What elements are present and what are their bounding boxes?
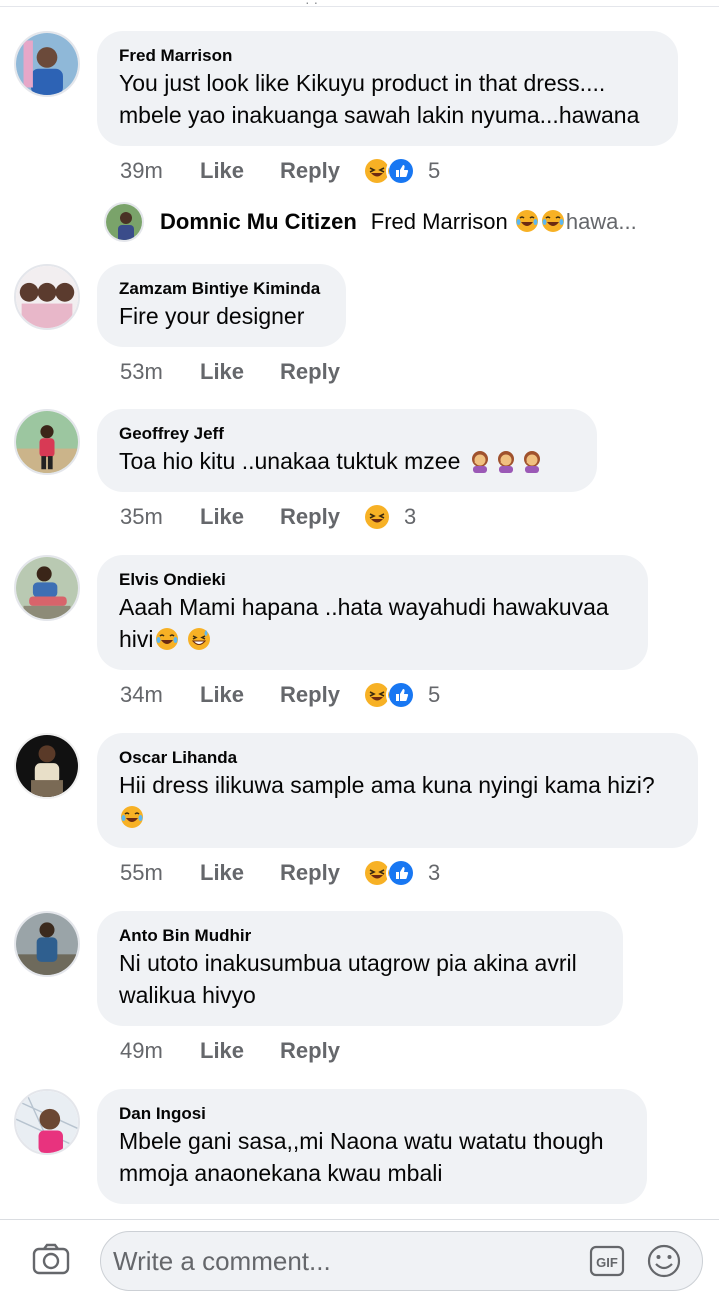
tears-of-joy-icon — [121, 806, 143, 828]
facepalm-woman-icon — [471, 451, 488, 473]
grinning-sweat-icon — [187, 628, 210, 650]
comment-text: Aaah Mami hapana ..hata wayahudi hawakuv… — [119, 594, 609, 652]
comment-time: 55m — [120, 860, 163, 885]
comment-time: 34m — [120, 682, 163, 707]
facepalm-woman-icon — [523, 451, 540, 473]
like-button[interactable]: Like — [200, 860, 244, 886]
reply-button[interactable]: Reply — [280, 860, 340, 886]
comment-author[interactable]: Zamzam Bintiye Kiminda — [119, 278, 324, 300]
avatar[interactable] — [14, 911, 80, 977]
comment-time: 49m — [120, 1038, 163, 1063]
comment-bubble[interactable]: Elvis Ondieki Aaah Mami hapana ..hata wa… — [97, 555, 648, 670]
tears-of-joy-icon — [515, 210, 538, 232]
avatar[interactable] — [14, 733, 80, 799]
facepalm-woman-icon — [497, 451, 514, 473]
reaction-summary[interactable] — [361, 680, 416, 710]
comment-text: Fire your designer — [119, 303, 305, 329]
avatar[interactable] — [14, 31, 80, 97]
comment-actions: 53m Like Reply — [120, 355, 376, 389]
haha-reaction-icon — [361, 502, 392, 532]
comment-actions: 39m Like Reply 5 — [120, 154, 440, 188]
svg-text:GIF: GIF — [596, 1255, 618, 1270]
comment-bubble[interactable]: Geoffrey Jeff Toa hio kitu ..unakaa tukt… — [97, 409, 597, 492]
avatar[interactable] — [14, 409, 80, 475]
comment-input[interactable]: Write a comment... GIF — [100, 1231, 703, 1291]
gif-icon[interactable]: GIF — [589, 1245, 625, 1277]
like-button[interactable]: Like — [200, 682, 244, 708]
comment-actions: 35m Like Reply 3 — [120, 500, 416, 534]
reaction-summary[interactable] — [361, 156, 416, 186]
comment-author[interactable]: Anto Bin Mudhir — [119, 925, 601, 947]
like-reaction-icon — [385, 680, 416, 710]
avatar[interactable] — [104, 202, 144, 242]
comment-text: You just look like Kikuyu product in tha… — [119, 70, 640, 128]
comment-composer: Write a comment... GIF — [0, 1219, 719, 1295]
like-reaction-icon — [385, 156, 416, 186]
reaction-count: 3 — [403, 504, 417, 529]
comment-bubble[interactable]: Oscar Lihanda Hii dress ilikuwa sample a… — [97, 733, 698, 848]
avatar[interactable] — [14, 555, 80, 621]
comment-actions: 49m Like Reply — [120, 1034, 376, 1068]
reply-button[interactable]: Reply — [280, 1038, 340, 1064]
reply-preview[interactable]: Domnic Mu Citizen Fred Marrison hawa... — [104, 201, 637, 243]
comment-author[interactable]: Geoffrey Jeff — [119, 423, 575, 445]
comment-time: 53m — [120, 359, 163, 384]
like-button[interactable]: Like — [200, 504, 244, 530]
comment-author[interactable]: Oscar Lihanda — [119, 747, 676, 769]
reply-button[interactable]: Reply — [280, 158, 340, 184]
comment-time: 35m — [120, 504, 163, 529]
comment-author[interactable]: Dan Ingosi — [119, 1103, 625, 1125]
reaction-summary[interactable] — [361, 502, 392, 532]
reaction-count: 5 — [427, 682, 441, 707]
reply-button[interactable]: Reply — [280, 359, 340, 385]
like-button[interactable]: Like — [200, 158, 244, 184]
reply-author[interactable]: Domnic Mu Citizen — [160, 209, 357, 235]
reply-button[interactable]: Reply — [280, 682, 340, 708]
reaction-count: 5 — [427, 158, 441, 183]
tears-of-joy-icon — [541, 210, 564, 232]
comment-time: 39m — [120, 158, 163, 183]
reaction-count: 3 — [427, 860, 441, 885]
comment-text: Ni utoto inakusumbua utagrow pia akina a… — [119, 950, 577, 1008]
comment-text: Hii dress ilikuwa sample ama kuna nyingi… — [119, 769, 676, 833]
comment-author[interactable]: Elvis Ondieki — [119, 569, 626, 591]
like-button[interactable]: Like — [200, 1038, 244, 1064]
comment-text: Toa hio kitu ..unakaa tuktuk mzee — [119, 445, 575, 477]
avatar[interactable] — [14, 264, 80, 330]
camera-icon[interactable] — [32, 1243, 70, 1275]
emoji-picker-icon[interactable] — [646, 1243, 682, 1279]
comment-bubble[interactable]: Zamzam Bintiye Kiminda Fire your designe… — [97, 264, 346, 347]
comment-text: Mbele gani sasa,,mi Naona watu watatu th… — [119, 1128, 604, 1186]
top-edge: · · — [0, 0, 719, 10]
reply-text: Fred Marrison hawa... — [370, 209, 637, 234]
comment-input-placeholder: Write a comment... — [113, 1246, 331, 1276]
comment-bubble[interactable]: Dan Ingosi Mbele gani sasa,,mi Naona wat… — [97, 1089, 647, 1204]
comment-bubble[interactable]: Fred Marrison You just look like Kikuyu … — [97, 31, 678, 146]
comment-actions: 34m Like Reply 5 — [120, 678, 440, 712]
avatar[interactable] — [14, 1089, 80, 1155]
like-reaction-icon — [385, 858, 416, 888]
like-button[interactable]: Like — [200, 359, 244, 385]
reaction-summary[interactable] — [361, 858, 416, 888]
comment-author[interactable]: Fred Marrison — [119, 45, 656, 67]
tears-of-joy-icon — [155, 628, 178, 650]
comment-actions: 55m Like Reply 3 — [120, 856, 440, 890]
reply-button[interactable]: Reply — [280, 504, 340, 530]
comment-bubble[interactable]: Anto Bin Mudhir Ni utoto inakusumbua uta… — [97, 911, 623, 1026]
